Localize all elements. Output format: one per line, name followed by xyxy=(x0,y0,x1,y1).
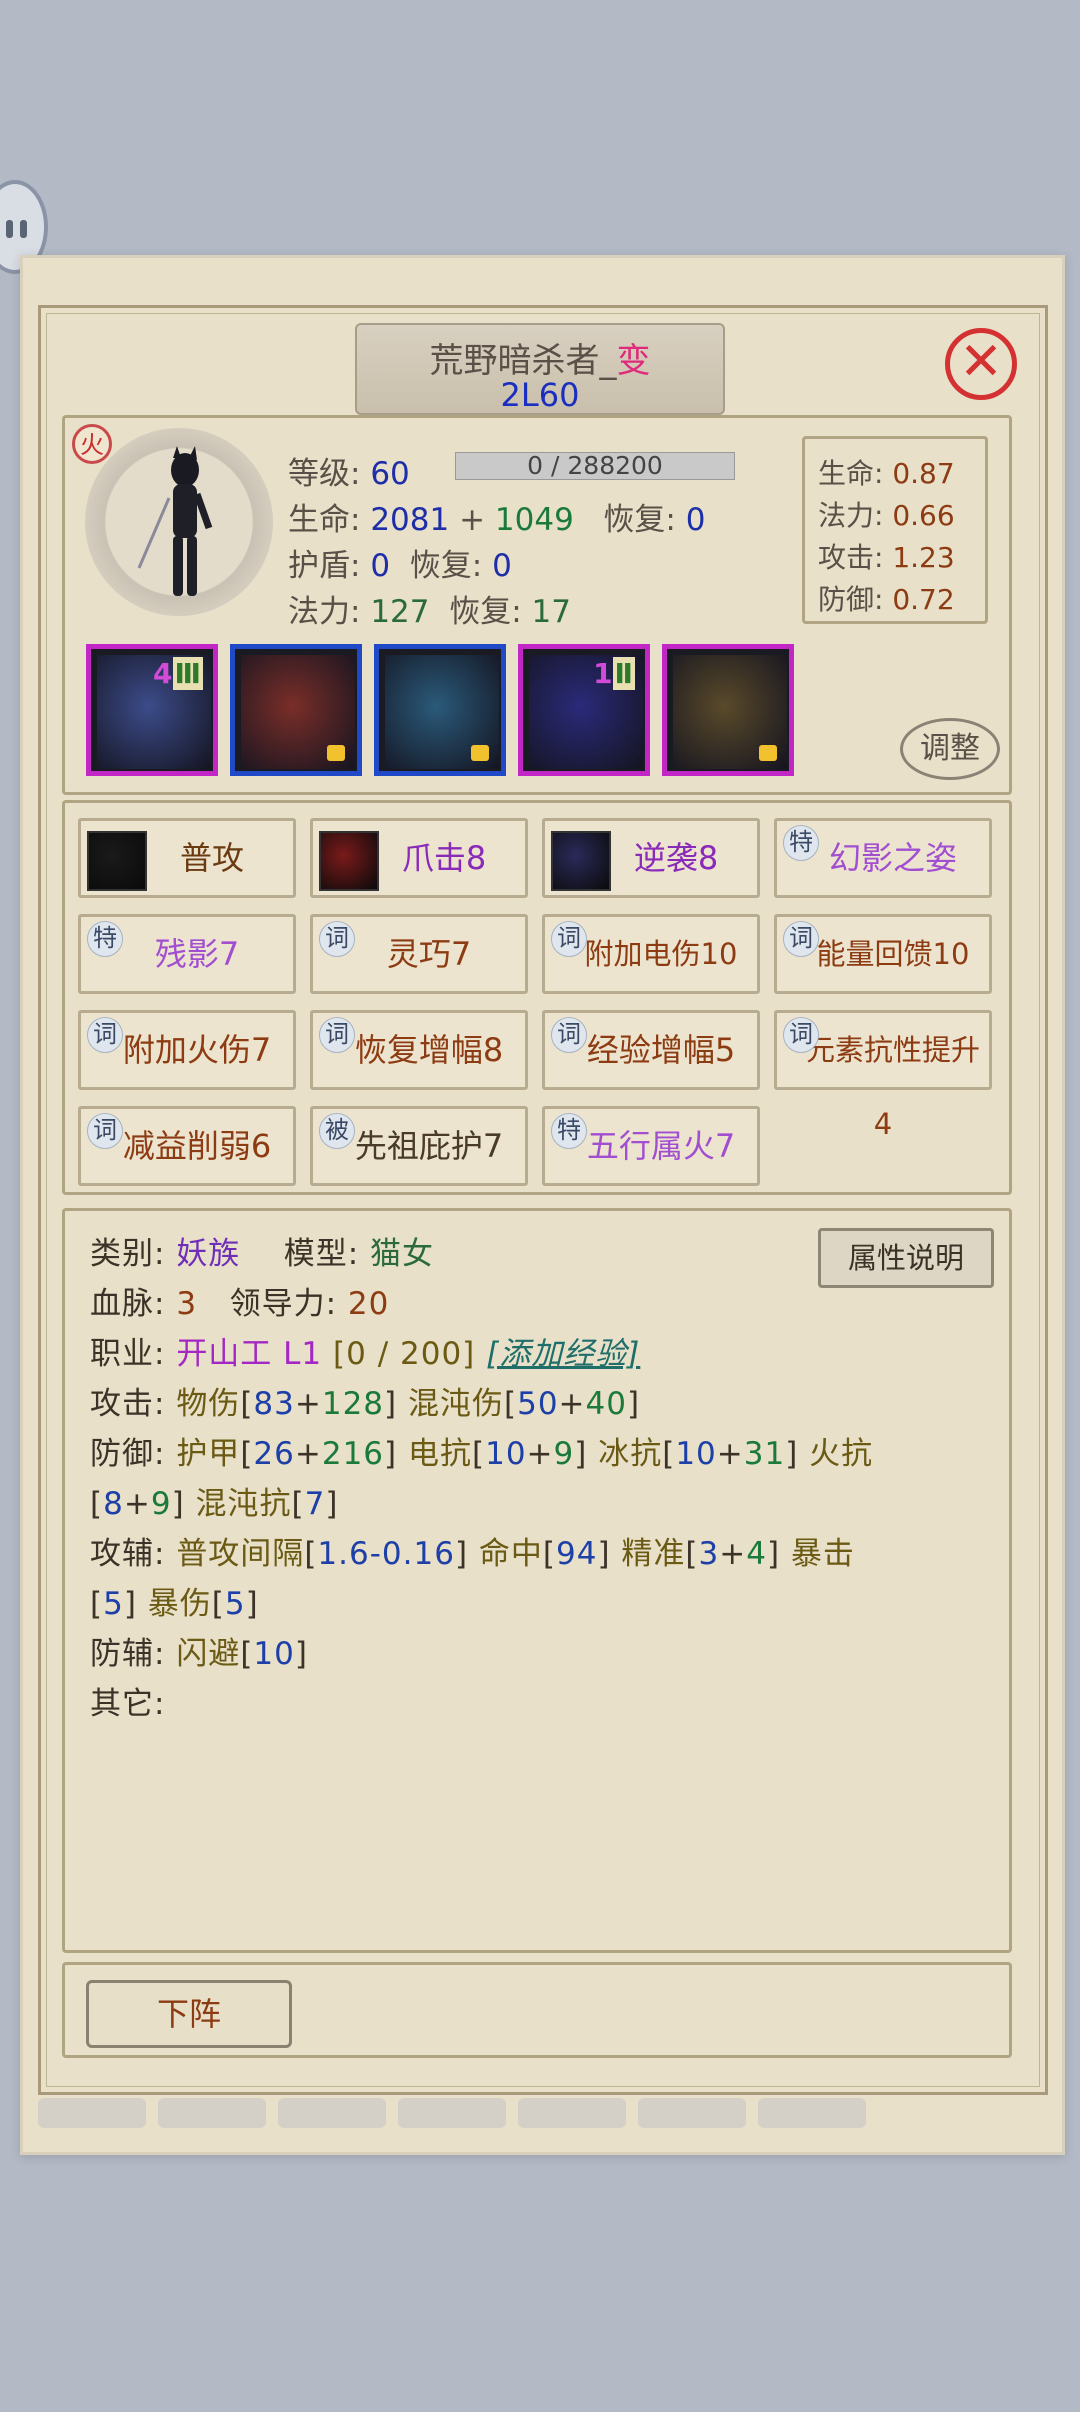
skill-type-tag: 特 xyxy=(783,825,819,861)
exp-bar: 0 / 288200 xyxy=(455,452,735,480)
skill-type-tag: 词 xyxy=(319,1017,355,1053)
equipment-grade-badge: 4Ⅲ xyxy=(153,657,203,690)
skill-slot[interactable]: 爪击8 xyxy=(310,818,528,898)
pause-icon xyxy=(6,220,13,238)
add-exp-link[interactable]: [添加经验] xyxy=(486,1336,640,1372)
skill-slot[interactable]: 词附加电伤10 xyxy=(542,914,760,994)
equipment-slot-armor-robe[interactable] xyxy=(230,644,362,776)
skill-slot[interactable]: 被先祖庇护7 xyxy=(310,1106,528,1186)
defense-row-cont: [8+9] 混沌抗[7] xyxy=(90,1486,339,1522)
skill-slot[interactable]: 词恢复增幅8 xyxy=(310,1010,528,1090)
skill-type-tag: 词 xyxy=(319,921,355,957)
skill-label: 幻影之姿 xyxy=(828,839,957,877)
lock-icon xyxy=(471,745,489,761)
skill-slot[interactable]: 特幻影之姿 xyxy=(774,818,992,898)
skill-type-tag: 词 xyxy=(551,1017,587,1053)
skill-slot[interactable]: 逆袭8 xyxy=(542,818,760,898)
skill-label: 先祖庇护7 xyxy=(354,1127,504,1165)
skill-label: 减益削弱6 xyxy=(122,1127,272,1165)
mana-row: 法力: 127 恢复: 17 xyxy=(288,594,571,630)
tab-stub[interactable] xyxy=(38,2098,146,2128)
equipment-slot-sword-shield[interactable]: 4Ⅲ xyxy=(86,644,218,776)
skill-slot[interactable]: 词能量回馈10 xyxy=(774,914,992,994)
ratio-attack: 攻击: 1.23 xyxy=(818,541,955,574)
attack-aux-row-cont: [5] 暴伤[5] xyxy=(90,1586,259,1622)
category-row: 类别: 妖族 模型: 猫女 xyxy=(90,1236,435,1272)
ratio-defense: 防御: 0.72 xyxy=(818,583,955,616)
tab-stub[interactable] xyxy=(638,2098,746,2128)
skill-type-tag: 词 xyxy=(783,921,819,957)
attack-aux-row: 攻辅: 普攻间隔[1.6-0.16] 命中[94] 精准[3+4] 暴击 xyxy=(90,1536,855,1572)
skill-icon xyxy=(87,831,147,891)
attribute-help-button[interactable]: 属性说明 xyxy=(818,1228,994,1288)
skill-label: 爪击8 xyxy=(401,839,487,877)
character-portrait[interactable] xyxy=(85,428,273,616)
other-row: 其它: xyxy=(90,1686,166,1722)
hp-row: 生命: 2081 + 1049 恢复: 0 xyxy=(288,502,706,538)
skill-slot[interactable]: 词附加火伤7 xyxy=(78,1010,296,1090)
catwoman-figure-icon xyxy=(137,446,213,596)
skill-label: 附加电伤10 xyxy=(584,937,738,971)
skill-label: 能量回馈10 xyxy=(816,937,970,971)
skill-label: 附加火伤7 xyxy=(122,1031,272,1069)
skill-slot[interactable]: 词减益削弱6 xyxy=(78,1106,296,1186)
equipment-grade-badge: 1Ⅱ xyxy=(593,657,635,690)
tab-stub[interactable] xyxy=(518,2098,626,2128)
skill-label: 残影7 xyxy=(154,935,240,973)
skill-type-tag: 特 xyxy=(87,921,123,957)
shield-row: 护盾: 0 恢复: 0 xyxy=(288,548,512,584)
character-name: 荒野暗杀者_变 xyxy=(429,341,651,381)
tab-stub[interactable] xyxy=(398,2098,506,2128)
close-icon: ✕ xyxy=(959,332,1003,392)
withdraw-button[interactable]: 下阵 xyxy=(86,1980,292,2048)
tab-stub[interactable] xyxy=(758,2098,866,2128)
ratio-mana: 法力: 0.66 xyxy=(818,499,955,532)
bloodline-row: 血脉: 3 领导力: 20 xyxy=(90,1286,390,1322)
ratio-hp: 生命: 0.87 xyxy=(818,457,955,490)
skill-slot[interactable]: 普攻 xyxy=(78,818,296,898)
equipment-slot-boots[interactable] xyxy=(374,644,506,776)
skill-label: 经验增幅5 xyxy=(586,1031,736,1069)
lock-icon xyxy=(759,745,777,761)
tab-stub[interactable] xyxy=(158,2098,266,2128)
skill-type-tag: 特 xyxy=(551,1113,587,1149)
skill-icon xyxy=(319,831,379,891)
element-fire-badge: 火 xyxy=(72,424,112,464)
skill-type-tag: 词 xyxy=(783,1017,819,1053)
skill-label: 恢复增幅8 xyxy=(354,1031,504,1069)
tab-stub[interactable] xyxy=(278,2098,386,2128)
equipment-slot-bone-helmet[interactable] xyxy=(662,644,794,776)
skill-label: 逆袭8 xyxy=(633,839,719,877)
skill-slot[interactable]: 词经验增幅5 xyxy=(542,1010,760,1090)
skill-label: 普攻 xyxy=(179,839,244,877)
skill-slot[interactable]: 词灵巧7 xyxy=(310,914,528,994)
skill-label: 灵巧7 xyxy=(386,935,472,973)
skill-slot[interactable]: 特残影7 xyxy=(78,914,296,994)
equipment-slot-moon-charm[interactable]: 1Ⅱ xyxy=(518,644,650,776)
level-code: 2L60 xyxy=(500,376,580,414)
skill-type-tag: 词 xyxy=(87,1113,123,1149)
adjust-button[interactable]: 调整 xyxy=(900,718,1000,780)
pause-icon-bar xyxy=(20,220,27,238)
skill-type-tag: 词 xyxy=(87,1017,123,1053)
skill-type-tag: 被 xyxy=(319,1113,355,1149)
variant-mark: 变 xyxy=(616,341,651,381)
defense-aux-row: 防辅: 闪避[10] xyxy=(90,1636,308,1672)
skill-slot[interactable]: 词元素抗性提升4 xyxy=(774,1010,992,1141)
close-button[interactable]: ✕ xyxy=(945,328,1017,400)
attack-row: 攻击: 物伤[83+128] 混沌伤[50+40] xyxy=(90,1386,641,1422)
defense-row: 防御: 护甲[26+216] 电抗[10+9] 冰抗[10+31] 火抗 xyxy=(90,1436,874,1472)
job-row: 职业: 开山工 L1 [0 / 200] [添加经验] xyxy=(90,1336,641,1372)
skill-label: 五行属火7 xyxy=(586,1127,736,1165)
level-row: 等级: 60 xyxy=(288,456,410,492)
lock-icon xyxy=(327,745,345,761)
skill-slot[interactable]: 特五行属火7 xyxy=(542,1106,760,1186)
skill-type-tag: 词 xyxy=(551,921,587,957)
skill-icon xyxy=(551,831,611,891)
